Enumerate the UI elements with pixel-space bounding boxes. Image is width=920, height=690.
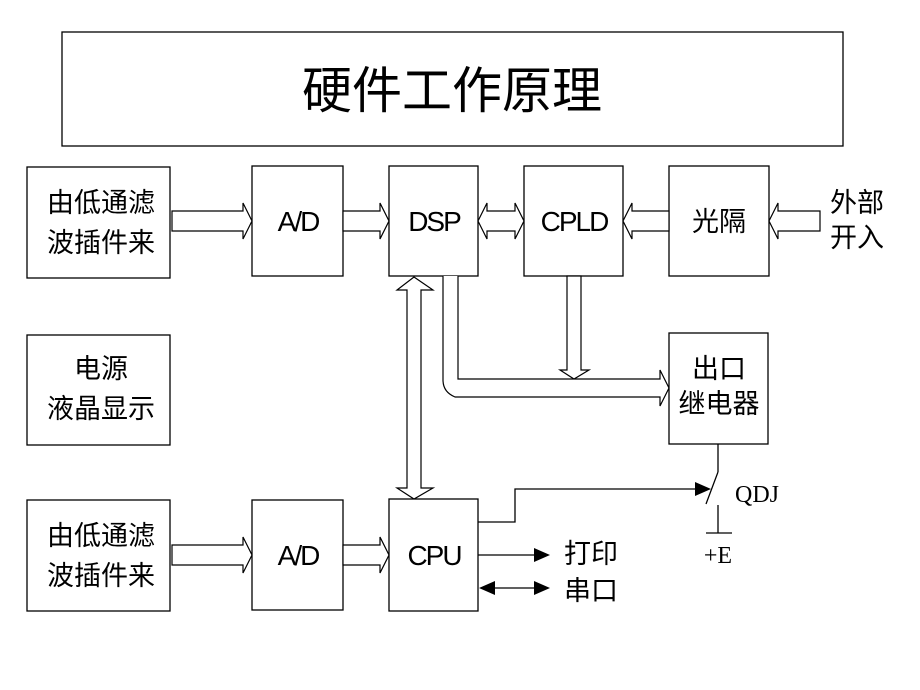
filter-box-bottom: 由低通滤 波插件来 bbox=[26, 499, 171, 612]
svg-text:液晶显示: 液晶显示 bbox=[47, 394, 155, 425]
arrow-dsp-cpld-bidirectional bbox=[477, 202, 525, 240]
arrow-filter-to-ad-top bbox=[171, 202, 253, 240]
external-input-label: 外部 bbox=[830, 188, 884, 219]
svg-text:光隔: 光隔 bbox=[692, 207, 746, 238]
svg-text:波插件来: 波插件来 bbox=[47, 561, 155, 592]
arrow-ad-to-dsp bbox=[342, 202, 390, 240]
arrow-cpu-to-print bbox=[478, 548, 550, 562]
power-lcd-box: 电源 液晶显示 bbox=[26, 334, 171, 446]
dsp-box: DSP bbox=[388, 165, 479, 277]
arrow-cpu-serial-bidirectional bbox=[479, 581, 550, 595]
serial-label: 串口 bbox=[564, 576, 618, 607]
ad-box-bottom: A/D bbox=[251, 499, 344, 611]
arrow-external-to-opto bbox=[768, 202, 821, 240]
arrow-cpld-to-bus bbox=[557, 275, 592, 380]
external-input-label-2: 开入 bbox=[830, 223, 884, 254]
svg-text:出口: 出口 bbox=[692, 354, 746, 385]
svg-text:A/D: A/D bbox=[278, 540, 319, 571]
arrow-filter-to-ad-bottom bbox=[171, 536, 253, 574]
supply-label: +E bbox=[704, 543, 732, 569]
svg-text:CPU: CPU bbox=[407, 540, 461, 571]
svg-text:A/D: A/D bbox=[278, 206, 319, 237]
print-label: 打印 bbox=[564, 539, 618, 570]
filter-box-top: 由低通滤 波插件来 bbox=[26, 166, 171, 279]
arrow-ad-to-cpu bbox=[342, 536, 390, 574]
optocoupler-box: 光隔 bbox=[668, 165, 770, 277]
svg-text:CPLD: CPLD bbox=[541, 206, 608, 237]
hardware-diagram: 硬件工作原理 由低通滤 波插件来 A/D DSP CPLD 光隔 外部 开入 电… bbox=[26, 31, 884, 612]
svg-text:电源: 电源 bbox=[74, 354, 128, 385]
svg-text:继电器: 继电器 bbox=[679, 389, 760, 420]
qdj-switch bbox=[478, 444, 732, 534]
svg-text:波插件来: 波插件来 bbox=[47, 228, 155, 259]
page-title: 硬件工作原理 bbox=[302, 62, 602, 120]
cpld-box: CPLD bbox=[523, 165, 624, 277]
qdj-label: QDJ bbox=[735, 482, 779, 508]
svg-text:DSP: DSP bbox=[408, 206, 461, 237]
ad-box-top: A/D bbox=[251, 165, 344, 277]
arrow-opto-to-cpld bbox=[622, 202, 670, 240]
svg-text:由低通滤: 由低通滤 bbox=[47, 521, 155, 552]
relay-box: 出口 继电器 bbox=[668, 332, 769, 445]
arrow-dsp-cpu-bidirectional bbox=[394, 276, 436, 500]
arrow-dsp-to-relay bbox=[442, 276, 670, 407]
cpu-box: CPU bbox=[388, 498, 479, 612]
svg-text:由低通滤: 由低通滤 bbox=[47, 188, 155, 219]
